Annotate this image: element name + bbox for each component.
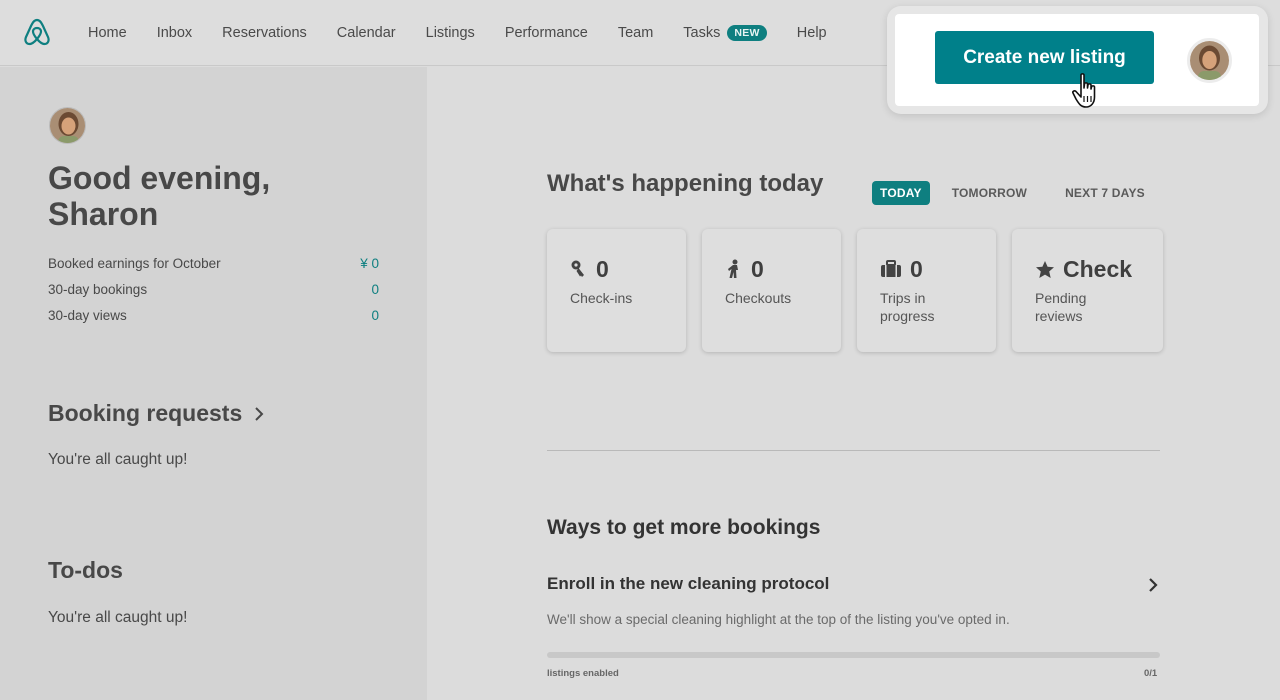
create-listing-panel: Create new listing: [895, 14, 1259, 106]
stat-label: 30-day views: [48, 307, 127, 323]
cleaning-protocol-description: We'll show a special cleaning highlight …: [547, 612, 1010, 627]
stat-value[interactable]: ¥ 0: [360, 256, 379, 271]
tab-today[interactable]: TODAY: [872, 181, 930, 205]
nav-calendar[interactable]: Calendar: [337, 25, 396, 41]
stat-label: 30-day bookings: [48, 281, 148, 297]
cleaning-protocol-title[interactable]: Enroll in the new cleaning protocol: [547, 574, 829, 594]
create-new-listing-button[interactable]: Create new listing: [935, 31, 1154, 84]
main-nav: Home Inbox Reservations Calendar Listing…: [88, 0, 857, 66]
tab-tomorrow[interactable]: TOMORROW: [944, 181, 1035, 205]
user-avatar[interactable]: [49, 107, 86, 144]
greeting-heading: Good evening, Sharon: [48, 160, 388, 232]
check-ins-card[interactable]: 0 Check-ins: [547, 229, 686, 352]
person-walking-icon: [728, 259, 738, 278]
progress-label: listings enabled: [547, 668, 619, 679]
stat-row: Booked earnings for October ¥ 0: [48, 250, 379, 276]
airbnb-logo-icon[interactable]: [22, 16, 52, 48]
nav-tasks-label: Tasks: [683, 25, 721, 41]
check-ins-count: 0: [596, 255, 609, 282]
stat-label: Booked earnings for October: [48, 255, 221, 271]
booking-requests-title: Booking requests: [48, 400, 243, 426]
suitcase-icon: [881, 260, 901, 277]
nav-inbox[interactable]: Inbox: [157, 25, 192, 41]
booking-requests-status: You're all caught up!: [48, 451, 188, 468]
chevron-right-icon[interactable]: [1147, 576, 1159, 594]
nav-team[interactable]: Team: [618, 25, 653, 41]
key-icon: [571, 260, 584, 277]
star-icon: [1036, 260, 1054, 278]
stat-value[interactable]: 0: [371, 282, 379, 297]
nav-home[interactable]: Home: [88, 25, 127, 41]
create-listing-popover: Create new listing: [887, 6, 1268, 114]
stat-row: 30-day views 0: [48, 302, 379, 328]
checkouts-label: Checkouts: [725, 290, 792, 306]
new-badge: NEW: [727, 25, 767, 41]
greeting-line-1: Good evening,: [48, 160, 271, 196]
ways-to-get-bookings-title: Ways to get more bookings: [547, 516, 821, 539]
stat-row: 30-day bookings 0: [48, 276, 379, 302]
day-range-tabs: TODAY TOMORROW NEXT 7 DAYS: [872, 181, 1175, 205]
avatar-photo-icon: [1190, 41, 1229, 80]
trips-count: 0: [910, 255, 923, 282]
checkouts-count: 0: [751, 255, 764, 282]
trips-label: Trips in progress: [880, 290, 935, 324]
listings-enabled-progress: [547, 652, 1160, 658]
whats-happening-title: What's happening today: [547, 170, 824, 197]
left-summary-panel: Good evening, Sharon Booked earnings for…: [0, 67, 427, 700]
earnings-stats: Booked earnings for October ¥ 0 30-day b…: [48, 250, 379, 328]
main-content: What's happening today TODAY TOMORROW NE…: [427, 67, 1280, 700]
pending-reviews-label: Pending reviews: [1035, 290, 1087, 324]
section-divider: [547, 450, 1160, 451]
todos-status: You're all caught up!: [48, 609, 188, 626]
nav-help[interactable]: Help: [797, 25, 827, 41]
todos-title: To-dos: [48, 557, 123, 584]
checkouts-card[interactable]: 0 Checkouts: [702, 229, 841, 352]
nav-listings[interactable]: Listings: [426, 25, 475, 41]
greeting-user-name: Sharon: [48, 196, 159, 232]
activity-cards: 0 Check-ins 0 Checkouts 0 Trips in progr…: [547, 229, 1163, 352]
nav-reservations[interactable]: Reservations: [222, 25, 307, 41]
chevron-right-icon: [255, 406, 264, 421]
tab-next-7-days[interactable]: NEXT 7 DAYS: [1057, 181, 1153, 205]
check-ins-label: Check-ins: [570, 290, 633, 306]
avatar-photo-icon: [50, 108, 85, 143]
profile-avatar-button[interactable]: [1187, 38, 1232, 83]
nav-tasks[interactable]: Tasks NEW: [683, 25, 767, 41]
trips-in-progress-card[interactable]: 0 Trips in progress: [857, 229, 996, 352]
reviews-status: Check: [1063, 255, 1133, 282]
pending-reviews-card[interactable]: Check Pending reviews: [1012, 229, 1163, 352]
stat-value[interactable]: 0: [371, 308, 379, 323]
booking-requests-link[interactable]: Booking requests: [48, 400, 264, 427]
todos-title-text: To-dos: [48, 557, 123, 583]
progress-count: 0/1: [1144, 668, 1158, 679]
nav-performance[interactable]: Performance: [505, 25, 588, 41]
